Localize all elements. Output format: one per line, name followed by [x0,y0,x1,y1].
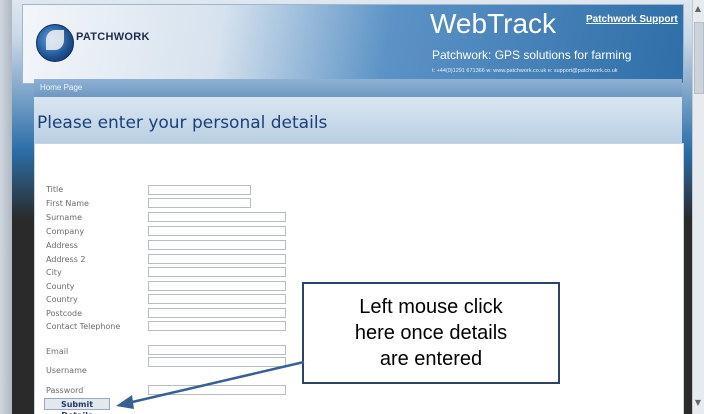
label-postcode: Postcode [46,309,83,318]
window-left-edge [0,0,12,414]
tagline: Patchwork: GPS solutions for farming [432,48,632,62]
label-surname: Surname [46,213,82,222]
label-username: Username [46,366,87,375]
contact-telephone-field[interactable] [148,321,286,331]
label-city: City [46,268,62,277]
first-name-field[interactable] [148,198,251,208]
scroll-up-icon[interactable]: ▲ [694,4,702,14]
callout-line-2: here once details [354,322,508,344]
label-first-name: First Name [46,199,89,208]
logo-text: PATCHWORK [76,31,150,43]
screenshot-frame: PATCHWORK Patchwork Support WebTrack Pat… [0,0,704,414]
callout-line-1: Left mouse click [359,296,503,318]
county-field[interactable] [148,281,286,291]
scroll-down-icon[interactable]: ▼ [694,398,702,408]
label-address: Address [46,241,78,250]
password-field[interactable] [148,385,286,395]
label-county: County [46,282,75,291]
address-2-field[interactable] [148,254,286,264]
email-confirm-field[interactable] [148,357,286,367]
label-company: Company [46,227,85,236]
company-field[interactable] [148,226,286,236]
title-field[interactable] [148,185,251,195]
label-country: Country [46,295,78,304]
callout-line-3: are entered [379,348,483,370]
email-field[interactable] [148,345,286,355]
nav-bar [34,79,682,97]
label-address-2: Address 2 [46,255,86,264]
address-field[interactable] [148,240,286,250]
brand-title: WebTrack [430,8,557,39]
surname-field[interactable] [148,212,286,222]
instruction-callout: Left mouse click here once details are e… [302,282,560,384]
country-field[interactable] [148,294,286,304]
label-title: Title [46,185,64,194]
city-field[interactable] [148,267,286,277]
logo-leaf-icon [46,30,64,50]
label-password: Password [46,386,84,395]
label-contact-telephone: Contact Telephone [46,322,121,331]
label-email: Email [46,347,69,356]
contact-line: t: +44(0)1291 671366 w: www.patchwork.co… [432,68,618,74]
support-link[interactable]: Patchwork Support [586,14,678,25]
submit-details-button[interactable]: Submit Details [44,398,110,414]
scrollbar-thumb[interactable] [694,22,704,94]
home-page-link[interactable]: Home Page [40,83,82,92]
page-title: Please enter your personal details [37,113,328,133]
postcode-field[interactable] [148,308,286,318]
